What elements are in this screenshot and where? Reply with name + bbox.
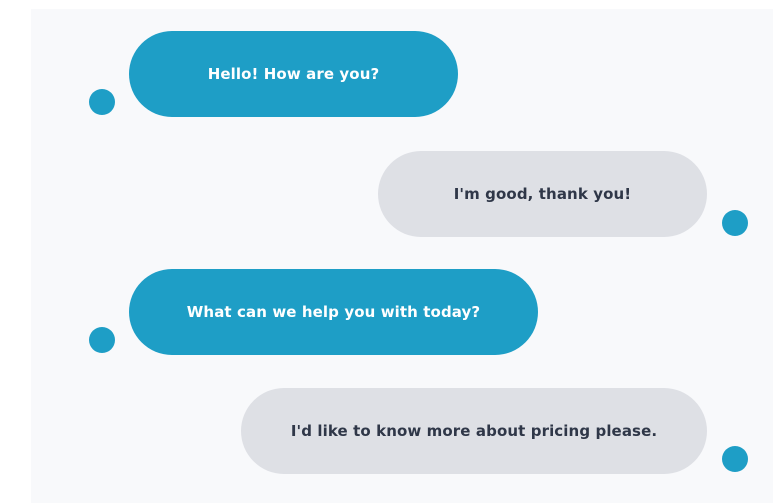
bot-message-bubble: What can we help you with today?	[129, 269, 538, 355]
bot-avatar-dot	[89, 327, 115, 353]
user-avatar-dot	[722, 446, 748, 472]
user-avatar-dot	[722, 210, 748, 236]
bot-avatar-dot	[89, 89, 115, 115]
user-message-bubble: I'd like to know more about pricing plea…	[241, 388, 707, 474]
user-message-bubble: I'm good, thank you!	[378, 151, 707, 237]
bot-message-bubble: Hello! How are you?	[129, 31, 458, 117]
